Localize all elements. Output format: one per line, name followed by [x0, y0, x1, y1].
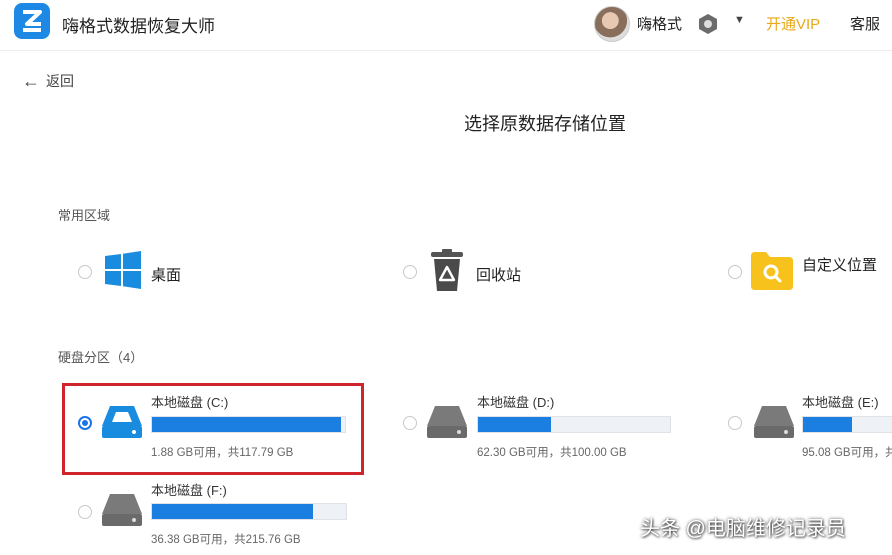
- usage-bar-fill: [152, 417, 342, 432]
- usage-bar-fill: [152, 504, 314, 519]
- username[interactable]: 嗨格式: [637, 13, 682, 34]
- radio-drive[interactable]: [78, 505, 92, 519]
- hard-drive-icon: [752, 404, 796, 445]
- radio-drive[interactable]: [403, 416, 417, 430]
- chevron-down-icon[interactable]: ▼: [734, 14, 745, 26]
- drive-name: 本地磁盘 (F:): [151, 483, 227, 498]
- customer-service-button[interactable]: 客服: [850, 13, 880, 34]
- gear-badge-icon: [697, 13, 719, 35]
- radio-desktop[interactable]: [78, 265, 92, 279]
- usage-bar: [802, 416, 892, 433]
- windows-icon: [103, 250, 143, 295]
- drive-info: 1.88 GB可用，共117.79 GB: [151, 447, 294, 459]
- page-title: 选择原数据存储位置: [464, 114, 626, 134]
- title-bar: 嗨格式数据恢复大师 嗨格式 ▼ 开通VIP 客服: [0, 0, 892, 51]
- drive-name: 本地磁盘 (C:): [151, 395, 229, 410]
- drive-name: 本地磁盘 (E:): [802, 395, 879, 410]
- drives-section-label: 硬盘分区（4）: [58, 350, 144, 365]
- drive-name: 本地磁盘 (D:): [477, 395, 555, 410]
- usage-bar: [477, 416, 671, 433]
- usage-bar-fill: [803, 417, 852, 432]
- location-label: 自定义位置: [802, 257, 878, 274]
- location-label: 桌面: [151, 267, 182, 284]
- back-label: 返回: [46, 73, 74, 89]
- drive-info: 36.38 GB可用，共215.76 GB: [151, 534, 301, 546]
- arrow-left-icon: ←: [22, 71, 40, 91]
- radio-custom[interactable]: [728, 265, 742, 279]
- back-button[interactable]: ← 返回: [22, 71, 74, 91]
- common-section-label: 常用区域: [58, 208, 111, 223]
- watermark: 头条 @电脑维修记录员: [640, 518, 846, 540]
- radio-recycle-bin[interactable]: [403, 265, 417, 279]
- hard-drive-icon: [425, 404, 469, 445]
- usage-bar: [151, 416, 346, 433]
- usage-bar-fill: [478, 417, 551, 432]
- hard-drive-icon: [100, 404, 144, 445]
- vip-button[interactable]: 开通VIP: [766, 13, 820, 34]
- hard-drive-icon: [100, 492, 144, 533]
- drive-info: 62.30 GB可用，共100.00 GB: [477, 447, 627, 459]
- drive-info: 95.08 GB可用，共: [802, 447, 892, 459]
- radio-drive[interactable]: [78, 416, 92, 430]
- location-label: 回收站: [476, 267, 522, 284]
- avatar[interactable]: [594, 6, 630, 42]
- recycle-bin-icon: [428, 249, 466, 298]
- app-logo-icon: [14, 3, 50, 39]
- radio-drive[interactable]: [728, 416, 742, 430]
- folder-search-icon: [751, 250, 793, 295]
- app-title: 嗨格式数据恢复大师: [62, 17, 215, 36]
- usage-bar: [151, 503, 347, 520]
